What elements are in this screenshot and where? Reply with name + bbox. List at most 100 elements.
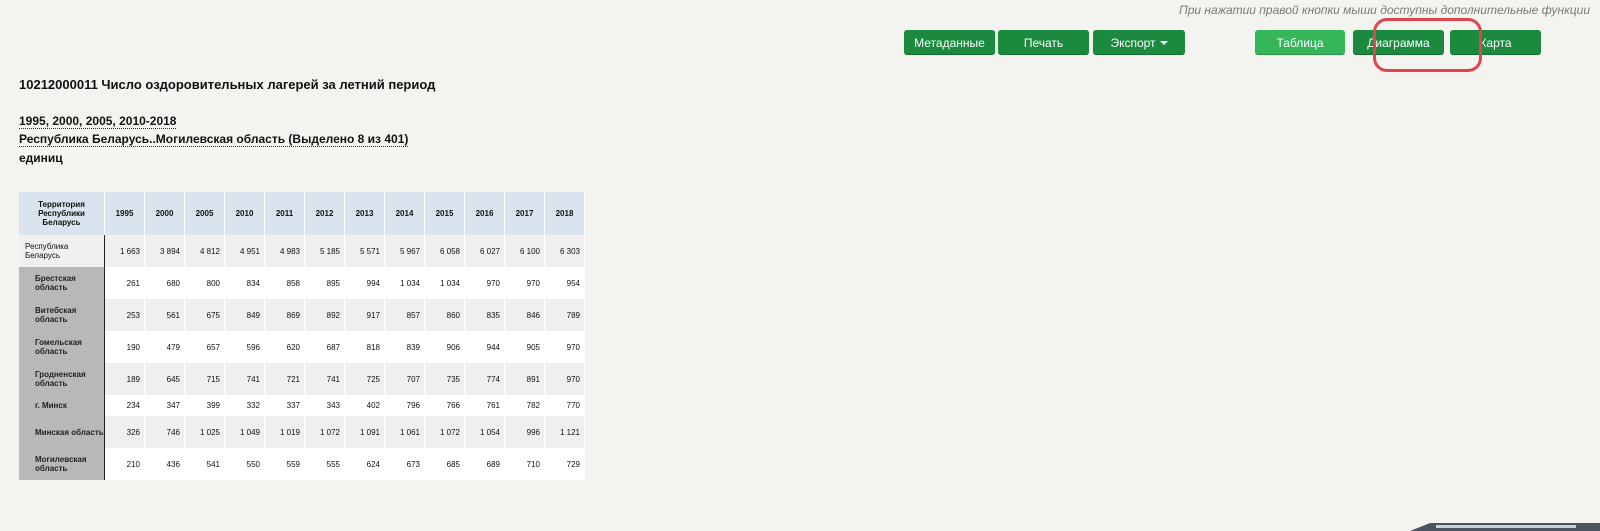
table-view-button[interactable]: Таблица <box>1255 30 1345 55</box>
table-cell: 869 <box>264 299 305 331</box>
table-cell: 892 <box>304 299 345 331</box>
table-cell: 1 034 <box>384 267 425 299</box>
year-header: 2016 <box>464 192 505 235</box>
corner-header: Территория Республики Беларусь <box>19 192 105 235</box>
caret-down-icon <box>1159 40 1168 45</box>
export-dropdown-button[interactable]: Экспорт <box>1093 30 1185 55</box>
table-cell: 741 <box>304 363 345 395</box>
table-cell: 343 <box>304 395 345 416</box>
metadata-button[interactable]: Метаданные <box>904 30 995 55</box>
table-cell: 774 <box>464 363 505 395</box>
table-cell: 645 <box>144 363 185 395</box>
table-cell: 834 <box>224 267 265 299</box>
period-selector[interactable]: 1995, 2000, 2005, 2010-2018 <box>19 114 177 129</box>
table-cell: 746 <box>144 416 185 448</box>
table-cell: 707 <box>384 363 425 395</box>
table-cell: 253 <box>104 299 145 331</box>
row-header[interactable]: Брестская область <box>19 267 105 299</box>
table-cell: 796 <box>384 395 425 416</box>
year-header: 2013 <box>344 192 385 235</box>
table-cell: 680 <box>144 267 185 299</box>
table-cell: 657 <box>184 331 225 363</box>
table-row: г. Минск 234 347 399 332 337 343 402 796 766 761 78… <box>19 395 585 416</box>
table-cell: 858 <box>264 267 305 299</box>
table-cell: 905 <box>504 331 545 363</box>
table-row: Минская область 326 746 1 025 1 049 1 019 1 07… <box>19 416 585 448</box>
table-cell: 620 <box>264 331 305 363</box>
row-header[interactable]: Витебская область <box>19 299 105 331</box>
export-label: Экспорт <box>1110 35 1156 50</box>
data-table: Территория Республики Беларусь 1995 2000 2… <box>19 192 585 480</box>
table-cell: 347 <box>144 395 185 416</box>
table-cell: 6 303 <box>544 235 585 267</box>
table-cell: 6 058 <box>424 235 465 267</box>
row-header[interactable]: Республика Беларусь <box>19 235 105 267</box>
table-cell: 895 <box>304 267 345 299</box>
table-cell: 190 <box>104 331 145 363</box>
table-cell: 550 <box>224 448 265 480</box>
table-cell: 725 <box>344 363 385 395</box>
table-cell: 1 663 <box>104 235 145 267</box>
year-header: 2014 <box>384 192 425 235</box>
table-cell: 596 <box>224 331 265 363</box>
table-cell: 994 <box>344 267 385 299</box>
table-cell: 1 034 <box>424 267 465 299</box>
table-cell: 970 <box>464 267 505 299</box>
table-cell: 970 <box>544 331 585 363</box>
table-cell: 687 <box>304 331 345 363</box>
table-cell: 1 049 <box>224 416 265 448</box>
table-cell: 860 <box>424 299 465 331</box>
table-cell: 839 <box>384 331 425 363</box>
table-cell: 721 <box>264 363 305 395</box>
table-cell: 766 <box>424 395 465 416</box>
table-cell: 4 951 <box>224 235 265 267</box>
table-cell: 326 <box>104 416 145 448</box>
table-cell: 735 <box>424 363 465 395</box>
table-cell: 210 <box>104 448 145 480</box>
year-header: 2011 <box>264 192 305 235</box>
table-cell: 4 983 <box>264 235 305 267</box>
table-cell: 624 <box>344 448 385 480</box>
table-cell: 189 <box>104 363 145 395</box>
territory-selector[interactable]: Республика Беларусь..Могилевская область… <box>19 132 409 147</box>
table-cell: 673 <box>384 448 425 480</box>
table-cell: 846 <box>504 299 545 331</box>
row-header[interactable]: Гомельская область <box>19 331 105 363</box>
table-cell: 741 <box>224 363 265 395</box>
year-header: 2000 <box>144 192 185 235</box>
table-cell: 3 894 <box>144 235 185 267</box>
row-header[interactable]: Могилевская область <box>19 448 105 480</box>
table-cell: 917 <box>344 299 385 331</box>
table-cell: 857 <box>384 299 425 331</box>
table-cell: 818 <box>344 331 385 363</box>
table-cell: 800 <box>184 267 225 299</box>
table-cell: 782 <box>504 395 545 416</box>
year-header: 2015 <box>424 192 465 235</box>
print-button[interactable]: Печать <box>998 30 1089 55</box>
table-cell: 541 <box>184 448 225 480</box>
table-cell: 715 <box>184 363 225 395</box>
table-cell: 555 <box>304 448 345 480</box>
table-cell: 944 <box>464 331 505 363</box>
table-cell: 5 967 <box>384 235 425 267</box>
table-cell: 729 <box>544 448 585 480</box>
row-header[interactable]: Гродненская область <box>19 363 105 395</box>
table-cell: 1 121 <box>544 416 585 448</box>
year-header: 1995 <box>104 192 145 235</box>
table-cell: 970 <box>504 267 545 299</box>
table-cell: 1 061 <box>384 416 425 448</box>
table-cell: 685 <box>424 448 465 480</box>
row-header[interactable]: г. Минск <box>19 395 105 416</box>
table-cell: 1 025 <box>184 416 225 448</box>
page-title: 10212000011 Число оздоровительных лагере… <box>19 77 436 92</box>
table-cell: 559 <box>264 448 305 480</box>
table-row: Брестская область 261 680 800 834 858 895 994 1 … <box>19 267 585 299</box>
row-header[interactable]: Минская область <box>19 416 105 448</box>
table-cell: 561 <box>144 299 185 331</box>
table-cell: 234 <box>104 395 145 416</box>
table-cell: 689 <box>464 448 505 480</box>
table-cell: 332 <box>224 395 265 416</box>
table-cell: 6 100 <box>504 235 545 267</box>
table-cell: 479 <box>144 331 185 363</box>
table-cell: 399 <box>184 395 225 416</box>
